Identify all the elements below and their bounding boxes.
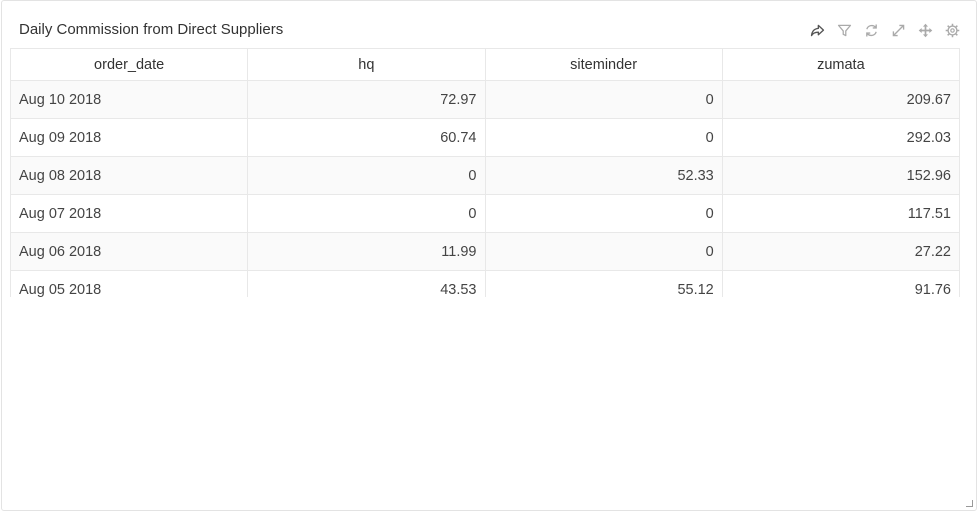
column-header-zumata[interactable]: zumata xyxy=(721,48,960,81)
settings-icon[interactable] xyxy=(943,21,962,40)
cell-zumata: 209.67 xyxy=(721,80,960,119)
table-row: Aug 09 2018 60.74 0 292.03 xyxy=(10,118,960,157)
filter-icon[interactable] xyxy=(835,21,854,40)
cell-zumata: 152.96 xyxy=(721,156,960,195)
share-icon[interactable] xyxy=(808,21,827,40)
cell-siteminder: 0 xyxy=(484,232,723,271)
cell-order-date: Aug 06 2018 xyxy=(10,232,249,271)
table-row: Aug 08 2018 0 52.33 152.96 xyxy=(10,156,960,195)
cell-zumata: 292.03 xyxy=(721,118,960,157)
cell-siteminder: 55.12 xyxy=(484,270,723,297)
cell-order-date: Aug 10 2018 xyxy=(10,80,249,119)
cell-zumata: 91.76 xyxy=(721,270,960,297)
panel-title: Daily Commission from Direct Suppliers xyxy=(19,21,284,38)
cell-order-date: Aug 08 2018 xyxy=(10,156,249,195)
cell-hq: 11.99 xyxy=(247,232,486,271)
column-header-order-date[interactable]: order_date xyxy=(10,48,249,81)
cell-order-date: Aug 05 2018 xyxy=(10,270,249,297)
panel-toolbar xyxy=(808,20,962,40)
table-row: Aug 06 2018 11.99 0 27.22 xyxy=(10,232,960,271)
move-icon[interactable] xyxy=(916,21,935,40)
data-table-container[interactable]: order_date hq siteminder zumata Aug 10 2… xyxy=(10,48,960,297)
table-header-row: order_date hq siteminder zumata xyxy=(10,48,960,81)
cell-hq: 72.97 xyxy=(247,80,486,119)
expand-icon[interactable] xyxy=(889,21,908,40)
data-table: order_date hq siteminder zumata Aug 10 2… xyxy=(10,48,960,297)
table-row: Aug 10 2018 72.97 0 209.67 xyxy=(10,80,960,119)
cell-siteminder: 0 xyxy=(484,80,723,119)
cell-hq: 60.74 xyxy=(247,118,486,157)
cell-hq: 0 xyxy=(247,156,486,195)
cell-hq: 0 xyxy=(247,194,486,233)
column-header-siteminder[interactable]: siteminder xyxy=(484,48,723,81)
cell-siteminder: 52.33 xyxy=(484,156,723,195)
dashboard-panel: Daily Commission from Direct Suppliers o… xyxy=(1,0,977,511)
cell-order-date: Aug 07 2018 xyxy=(10,194,249,233)
cell-order-date: Aug 09 2018 xyxy=(10,118,249,157)
cell-zumata: 117.51 xyxy=(721,194,960,233)
cell-siteminder: 0 xyxy=(484,194,723,233)
cell-zumata: 27.22 xyxy=(721,232,960,271)
cell-siteminder: 0 xyxy=(484,118,723,157)
refresh-icon[interactable] xyxy=(862,21,881,40)
cell-hq: 43.53 xyxy=(247,270,486,297)
table-row: Aug 05 2018 43.53 55.12 91.76 xyxy=(10,270,960,297)
column-header-hq[interactable]: hq xyxy=(247,48,486,81)
table-row: Aug 07 2018 0 0 117.51 xyxy=(10,194,960,233)
resize-handle[interactable] xyxy=(966,500,973,507)
